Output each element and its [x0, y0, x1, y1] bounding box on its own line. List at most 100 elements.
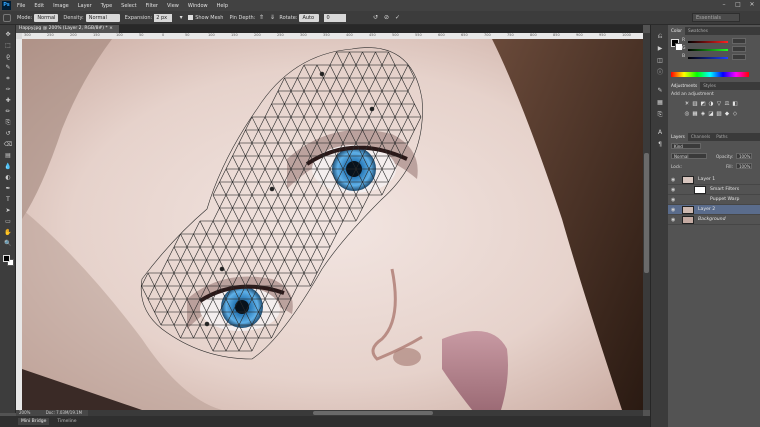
layer-name[interactable]: Layer 1	[698, 175, 715, 185]
menu-filter[interactable]: Filter	[146, 3, 158, 9]
pin-depth-front-icon[interactable]: ⇑	[257, 14, 265, 22]
tab-mini-bridge[interactable]: Mini Bridge	[18, 418, 50, 425]
warp-pin[interactable]	[369, 106, 375, 112]
minimize-button[interactable]: –	[720, 1, 728, 9]
adjustment-icon[interactable]: ◆	[724, 111, 730, 117]
expansion-input[interactable]: 2 px	[154, 13, 173, 22]
channel-b-value[interactable]	[732, 54, 746, 60]
brush-tool-icon[interactable]: ✏	[3, 108, 13, 115]
vertical-scroll-thumb[interactable]	[644, 153, 649, 273]
layer-row-layer-2[interactable]: ◉ Layer 2	[668, 205, 760, 215]
clone-source-panel-icon[interactable]: ⎘	[656, 111, 664, 118]
shape-tool-icon[interactable]: ▭	[3, 218, 13, 225]
tab-layers[interactable]: Layers	[668, 133, 688, 141]
eyedropper-tool-icon[interactable]: ✑	[3, 86, 13, 93]
rotate-angle-input[interactable]: 0	[324, 13, 347, 22]
visibility-eye-icon[interactable]: ◉	[671, 177, 677, 183]
properties-panel-icon[interactable]: ◫	[656, 57, 664, 64]
remove-pins-icon[interactable]: ↺	[371, 14, 379, 22]
warp-pin[interactable]	[219, 266, 225, 272]
menu-type[interactable]: Type	[101, 3, 112, 9]
layer-row-smart-filters[interactable]: ◉ Smart Filters	[668, 185, 760, 195]
tab-adjustments[interactable]: Adjustments	[668, 82, 701, 90]
pin-depth-back-icon[interactable]: ⇓	[268, 14, 276, 22]
actions-panel-icon[interactable]: ▶	[656, 45, 664, 52]
adjustment-icon[interactable]: ⚖	[724, 101, 730, 107]
layer-row-background[interactable]: ◉ Background	[668, 215, 760, 225]
tab-swatches[interactable]: Swatches	[685, 27, 711, 35]
menu-help[interactable]: Help	[217, 3, 228, 9]
menu-view[interactable]: View	[167, 3, 179, 9]
show-mesh-checkbox[interactable]	[188, 15, 194, 20]
tab-paths[interactable]: Paths	[713, 133, 730, 141]
blur-tool-icon[interactable]: 💧	[3, 163, 13, 170]
close-button[interactable]: ✕	[748, 1, 756, 9]
tab-channels[interactable]: Channels	[688, 133, 713, 141]
channel-g-value[interactable]	[732, 46, 746, 52]
visibility-eye-icon[interactable]: ◉	[671, 217, 677, 223]
adjustment-icon[interactable]: ▽	[716, 101, 722, 107]
tab-timeline[interactable]: Timeline	[57, 419, 76, 424]
layer-name[interactable]: Puppet Warp	[710, 195, 739, 205]
character-panel-icon[interactable]: A	[656, 129, 664, 136]
fill-input[interactable]: 100%	[736, 163, 752, 169]
adjustment-icon[interactable]: ◪	[708, 111, 714, 117]
menu-select[interactable]: Select	[121, 3, 136, 9]
menu-image[interactable]: Image	[53, 3, 69, 9]
channel-g-slider[interactable]	[688, 49, 728, 51]
opacity-input[interactable]: 100%	[736, 153, 752, 159]
layer-row-layer-1[interactable]: ◉ Layer 1	[668, 175, 760, 185]
gradient-tool-icon[interactable]: ▤	[3, 152, 13, 159]
commit-warp-icon[interactable]: ✓	[393, 14, 401, 22]
history-brush-tool-icon[interactable]: ↺	[3, 130, 13, 137]
vertical-scrollbar[interactable]	[643, 33, 650, 410]
horizontal-scroll-thumb[interactable]	[313, 411, 433, 415]
color-spectrum-bar[interactable]	[671, 72, 749, 77]
brush-panel-icon[interactable]: ✎	[656, 87, 664, 94]
close-tab-icon[interactable]: ×	[109, 26, 113, 31]
expansion-dropdown-icon[interactable]: ▾	[177, 14, 185, 22]
hand-tool-icon[interactable]: ✋	[3, 229, 13, 236]
channel-r-slider[interactable]	[688, 41, 728, 43]
zoom-level[interactable]: 200%	[19, 410, 30, 415]
zoom-tool-icon[interactable]: 🔍	[3, 240, 13, 247]
tab-styles[interactable]: Styles	[700, 82, 719, 90]
dodge-tool-icon[interactable]: ◐	[3, 174, 13, 181]
healing-tool-icon[interactable]: ✚	[3, 97, 13, 104]
menu-window[interactable]: Window	[188, 3, 208, 9]
lasso-tool-icon[interactable]: ϱ	[3, 53, 13, 60]
rotate-select[interactable]: Auto	[299, 13, 320, 22]
doc-size-info[interactable]: Doc: 7.03M/19.1M	[46, 410, 82, 415]
history-panel-icon[interactable]: ⎌	[656, 33, 664, 40]
menu-layer[interactable]: Layer	[78, 3, 92, 9]
mode-select[interactable]: Normal	[34, 13, 59, 22]
adjustment-icon[interactable]: ◩	[700, 101, 706, 107]
layer-name[interactable]: Background	[698, 215, 726, 225]
channel-b-slider[interactable]	[688, 57, 728, 59]
cancel-warp-icon[interactable]: ⊘	[382, 14, 390, 22]
brush-presets-panel-icon[interactable]: ▦	[656, 99, 664, 106]
adjustment-icon[interactable]: ☀	[684, 101, 690, 107]
visibility-eye-icon[interactable]: ◉	[671, 197, 677, 203]
adjustment-icon[interactable]: ▥	[692, 101, 698, 107]
quick-select-tool-icon[interactable]: ✎	[3, 64, 13, 71]
foreground-color-chip[interactable]	[3, 255, 10, 262]
type-tool-icon[interactable]: T	[3, 196, 13, 203]
warp-pin[interactable]	[204, 321, 210, 327]
adjustment-icon[interactable]: ◇	[732, 111, 738, 117]
path-select-tool-icon[interactable]: ➤	[3, 207, 13, 214]
density-select[interactable]: Normal	[85, 13, 120, 22]
menu-edit[interactable]: Edit	[34, 3, 44, 9]
channel-r-value[interactable]	[732, 38, 746, 44]
tab-color[interactable]: Color	[668, 27, 685, 35]
clone-stamp-tool-icon[interactable]: ⎘	[3, 119, 13, 126]
paragraph-panel-icon[interactable]: ¶	[656, 141, 664, 148]
visibility-eye-icon[interactable]: ◉	[671, 207, 677, 213]
layer-name[interactable]: Layer 2	[698, 205, 715, 215]
maximize-button[interactable]: □	[734, 1, 742, 9]
document-tab[interactable]: Happy.jpg @ 200% (Layer 2, RGB/8#) * ×	[16, 25, 119, 33]
adjustment-icon[interactable]: ◈	[700, 111, 706, 117]
workspace-select[interactable]: Essentials	[692, 13, 740, 22]
move-tool-icon[interactable]: ✥	[3, 31, 13, 38]
pen-tool-icon[interactable]: ✒	[3, 185, 13, 192]
